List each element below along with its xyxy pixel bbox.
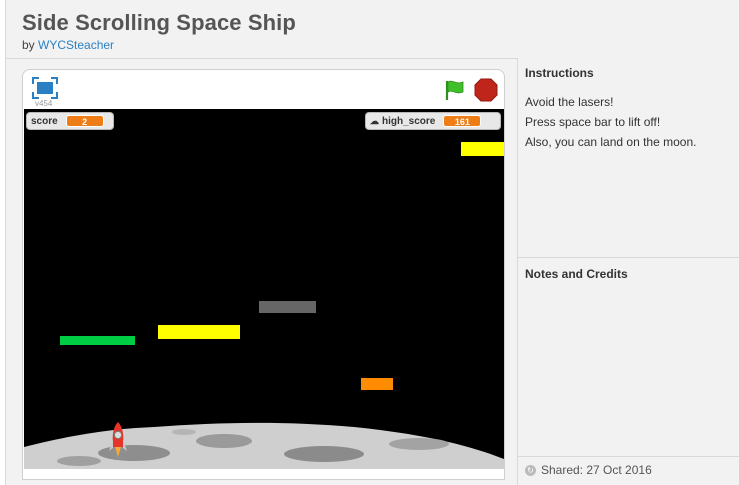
instruction-line: Avoid the lasers!: [525, 95, 614, 109]
player-toolbar: v454: [23, 70, 504, 109]
shared-date: ↻ Shared: 27 Oct 2016: [525, 463, 652, 477]
instruction-line: Also, you can land on the moon.: [525, 135, 697, 149]
share-icon: ↻: [525, 464, 536, 476]
score-label: score: [31, 115, 58, 127]
moon-surface: [24, 422, 504, 469]
laser-bar: [158, 325, 240, 339]
instructions-heading: Instructions: [525, 66, 594, 80]
rocket-ship: [109, 422, 127, 457]
laser-bar: [461, 142, 504, 156]
notes-divider: [518, 257, 739, 258]
project-sidebar: Instructions Avoid the lasers! Press spa…: [517, 58, 739, 485]
high-score-label: high_score: [382, 115, 436, 127]
author-link[interactable]: WYCSteacher: [38, 38, 114, 52]
high-score-monitor: ☁ high_score 161: [365, 112, 501, 130]
laser-bar: [259, 301, 316, 313]
green-flag-icon[interactable]: [443, 78, 467, 102]
notes-heading: Notes and Credits: [525, 267, 628, 281]
instruction-line: Press space bar to lift off!: [525, 115, 661, 129]
byline-prefix: by: [22, 38, 35, 52]
laser-bar: [361, 378, 393, 390]
project-player: v454 score 2 ☁ high_score 161: [22, 69, 505, 480]
version-label: v454: [35, 99, 53, 108]
fullscreen-icon[interactable]: [32, 77, 58, 99]
byline: by WYCSteacher: [22, 38, 296, 52]
score-monitor: score 2: [26, 112, 114, 130]
cloud-icon: ☁: [370, 115, 379, 126]
game-stage[interactable]: score 2 ☁ high_score 161: [24, 109, 504, 469]
stop-icon[interactable]: [474, 78, 498, 102]
high-score-value: 161: [443, 115, 482, 127]
project-header: Side Scrolling Space Ship by WYCSteacher: [22, 10, 296, 52]
score-value: 2: [65, 115, 104, 127]
shared-text: Shared: 27 Oct 2016: [541, 463, 652, 477]
laser-bar: [60, 336, 135, 345]
shared-divider: [518, 456, 739, 457]
project-title: Side Scrolling Space Ship: [22, 10, 296, 35]
